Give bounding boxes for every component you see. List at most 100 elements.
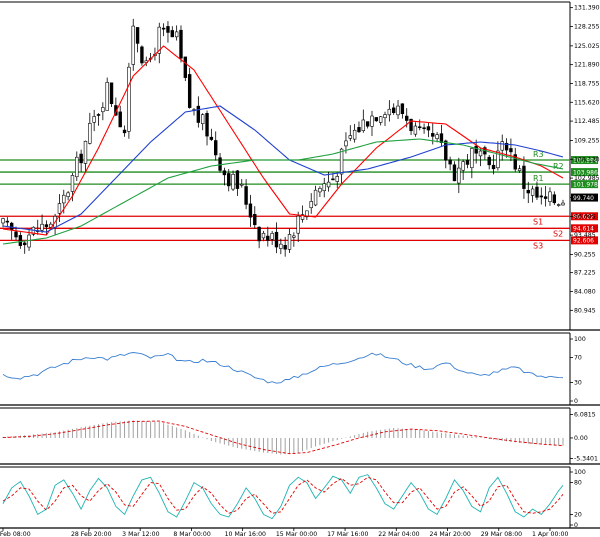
price-axis-tick-label: 93.485	[574, 232, 596, 239]
stochastic-axis-tick-label: 20	[574, 511, 582, 518]
candle-body	[309, 201, 313, 209]
candle-body	[161, 27, 166, 30]
time-axis-label: 24 Mar 20:00	[430, 531, 471, 537]
price-axis-tick-label: 115.620	[574, 99, 600, 106]
macd-axis-tick-label: 0.00	[574, 435, 588, 442]
candle-body	[374, 117, 379, 122]
candle-body	[200, 114, 205, 124]
candle-body	[457, 167, 461, 184]
candle-body	[266, 235, 270, 241]
candle-body	[491, 164, 496, 170]
stochastic-axis-tick-label: 80	[574, 480, 582, 487]
level-name-s2: S2	[553, 229, 563, 238]
candle-body	[444, 140, 448, 161]
candle-body	[526, 189, 530, 194]
candle-body	[465, 160, 470, 165]
candle-body	[196, 105, 201, 123]
candle-body	[92, 116, 96, 123]
price-axis-tick-label: 87.225	[574, 270, 596, 277]
candle-body	[88, 123, 92, 144]
candle-body	[79, 153, 83, 164]
level-name-s1: S1	[533, 217, 543, 226]
candle-body	[205, 113, 209, 137]
chart-background	[0, 0, 600, 537]
candle-body	[387, 108, 392, 116]
price-axis-tick-label: 106.120	[574, 156, 600, 163]
candle-body	[326, 181, 331, 188]
time-axis-label: 1 Apr 00:00	[532, 531, 568, 537]
candle-body	[426, 126, 431, 131]
candle-body	[218, 157, 222, 171]
candle-body	[556, 204, 561, 206]
price-axis-tick-label: 125.025	[574, 43, 600, 50]
time-axis-label: 28 Feb 20:00	[71, 531, 112, 537]
candle-body	[101, 107, 105, 113]
candle-body	[166, 26, 170, 33]
candle-body	[227, 173, 231, 187]
candle-body	[331, 178, 335, 181]
candle-body	[18, 235, 23, 246]
candle-body	[461, 161, 465, 171]
candle-body	[543, 196, 548, 199]
candle-body	[365, 121, 370, 127]
candle-body	[435, 134, 439, 139]
candle-body	[370, 115, 374, 127]
candle-body	[313, 189, 318, 206]
candle-body	[62, 194, 66, 204]
candle-body	[348, 135, 352, 139]
candle-body	[235, 170, 240, 189]
candle-body	[231, 173, 235, 190]
candle-body	[500, 141, 504, 151]
candle-body	[135, 27, 140, 44]
candle-body	[318, 187, 322, 193]
candle-body	[57, 203, 62, 214]
price-axis-tick-label: 102.985	[574, 175, 600, 182]
level-name-r1: R1	[533, 174, 544, 183]
candle-body	[470, 148, 474, 169]
stochastic-axis-tick-label: 100	[574, 469, 586, 476]
candle-body	[274, 231, 279, 248]
rsi-axis-tick-label: 30	[574, 379, 582, 386]
candle-body	[174, 31, 179, 38]
candle-body	[335, 176, 339, 182]
candle-body	[522, 165, 526, 189]
candle-body	[96, 114, 101, 116]
candle-body	[452, 164, 457, 182]
candle-body	[140, 46, 144, 64]
price-axis-tick-label: 131.390	[574, 5, 600, 12]
candle-body	[391, 107, 396, 113]
candle-body	[270, 233, 274, 240]
price-axis-tick-label: 128.255	[574, 23, 600, 30]
price-axis-tick-label: 121.890	[574, 62, 600, 69]
candle-body	[240, 183, 244, 186]
candle-body	[383, 114, 387, 119]
candle-body	[287, 234, 292, 250]
time-axis-label: 8 Mar 00:00	[173, 531, 210, 537]
candle-body	[548, 191, 552, 202]
candle-body	[530, 188, 535, 196]
price-axis-tick-label: 112.485	[574, 118, 600, 125]
candle-body	[413, 125, 418, 135]
candle-body	[361, 119, 366, 131]
candle-body	[296, 215, 300, 234]
macd-axis-tick-label: -5.3401	[574, 455, 598, 462]
candle-body	[517, 168, 522, 171]
candle-body	[187, 74, 192, 108]
candle-body	[40, 223, 44, 231]
price-axis-tick-label: 96.605	[574, 213, 596, 220]
price-axis-tick-label: 90.255	[574, 251, 596, 258]
time-axis-label: 17 Mar 16:00	[327, 531, 368, 537]
candle-body	[400, 103, 405, 115]
candle-body	[66, 192, 70, 197]
rsi-axis-tick-label: 100	[574, 336, 586, 343]
candle-body	[122, 129, 127, 134]
candle-body	[183, 56, 188, 78]
time-axis-label: 3 Mar 12:00	[122, 531, 159, 537]
time-axis-label: 29 Mar 08:00	[481, 531, 522, 537]
price-axis-tick-label: 84.080	[574, 289, 596, 296]
candle-body	[248, 203, 253, 218]
candle-body	[552, 194, 557, 204]
macd-axis-tick-label: 6.0815	[574, 412, 596, 419]
candle-body	[352, 129, 357, 140]
level-name-r2: R2	[553, 162, 564, 171]
